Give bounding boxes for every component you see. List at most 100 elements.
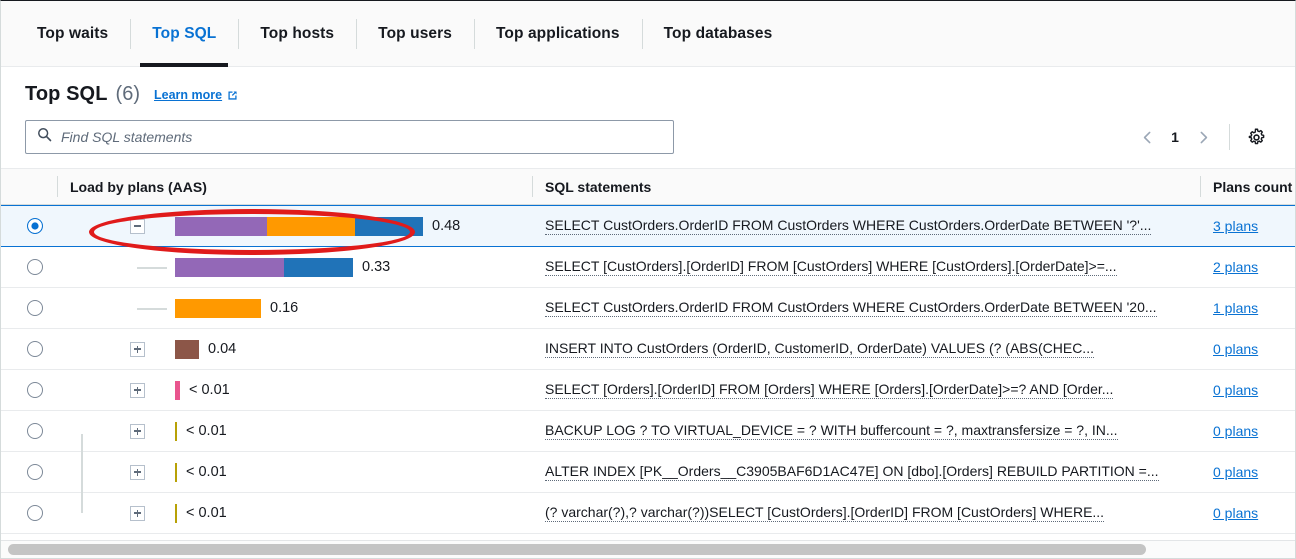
sql-statement-text[interactable]: SELECT CustOrders.OrderID FROM CustOrder… [545,217,1151,235]
load-bar-segments [175,504,177,523]
load-bar-segment [175,422,177,441]
table-row[interactable]: 0.04 INSERT INTO CustOrders (OrderID, Cus… [1,329,1295,370]
load-bar-segment [175,217,267,236]
horizontal-scrollbar[interactable] [1,540,1295,558]
tab-top-applications[interactable]: Top applications [474,1,642,67]
tab-top-waits[interactable]: Top waits [15,1,130,67]
load-by-plans-cell: 0.04 [57,329,532,369]
load-bar[interactable]: < 0.01 [175,422,227,441]
load-bar[interactable]: < 0.01 [175,463,227,482]
column-header-plans-count[interactable]: Plans count [1200,168,1296,205]
load-bar-segment [267,217,355,236]
load-value: < 0.01 [186,464,227,480]
pagination: 1 [1132,122,1271,152]
column-header-sql-statements[interactable]: SQL statements [532,168,1200,205]
load-bar[interactable]: 0.04 [175,340,236,359]
sql-statement-text[interactable]: SELECT [Orders].[OrderID] FROM [Orders] … [545,381,1113,399]
table-row[interactable]: 0.16 SELECT CustOrders.OrderID FROM CustO… [1,288,1295,329]
load-value: < 0.01 [189,382,230,398]
row-radio-button[interactable] [27,218,43,234]
load-bar-segment [355,217,423,236]
plans-count-link[interactable]: 0 plans [1213,341,1258,357]
load-bar[interactable]: < 0.01 [175,381,230,400]
tab-top-users[interactable]: Top users [356,1,474,67]
expand-toggle-icon[interactable] [130,506,145,521]
title-row: Top SQL (6) Learn more [25,83,1271,106]
column-header-load-by-plans[interactable]: Load by plans (AAS) [57,168,532,205]
page-title: Top SQL [25,83,108,106]
scrollbar-thumb[interactable] [8,544,1146,555]
expand-toggle-icon[interactable] [130,424,145,439]
plans-count-cell: 2 plans [1200,247,1296,287]
tree-branch-line [137,308,167,310]
load-bar[interactable]: 0.48 [175,217,460,236]
sql-statement-text[interactable]: ALTER INDEX [PK__Orders__C3905BAF6D1AC47… [545,463,1159,481]
load-bar-segment [175,504,177,523]
plans-count-link[interactable]: 0 plans [1213,505,1258,521]
load-bar[interactable]: 0.16 [175,299,298,318]
plans-count-cell: 0 plans [1200,493,1296,533]
table-row[interactable]: 0.48 SELECT CustOrders.OrderID FROM CustO… [1,205,1295,247]
load-value: 0.16 [270,300,298,316]
expand-toggle-icon[interactable] [130,383,145,398]
load-by-plans-cell: < 0.01 [57,411,532,451]
table-row[interactable]: < 0.01 SELECT [Orders].[OrderID] FROM [Or… [1,370,1295,411]
row-radio-button[interactable] [27,341,43,357]
sql-statement-cell: BACKUP LOG ? TO VIRTUAL_DEVICE = ? WITH … [532,411,1200,451]
sql-statement-text[interactable]: INSERT INTO CustOrders (OrderID, Custome… [545,340,1094,358]
plans-count-link[interactable]: 1 plans [1213,300,1258,316]
plans-count-link[interactable]: 2 plans [1213,259,1258,275]
plans-count-cell: 1 plans [1200,288,1296,328]
plans-count-link[interactable]: 0 plans [1213,464,1258,480]
tab-top-hosts[interactable]: Top hosts [238,1,356,67]
tab-label: Top databases [664,25,773,43]
tab-label: Top users [378,25,452,43]
prev-page-button[interactable] [1132,122,1162,152]
row-radio-button[interactable] [27,259,43,275]
tab-top-databases[interactable]: Top databases [642,1,795,67]
sql-statement-cell: SELECT [CustOrders].[OrderID] FROM [Cust… [532,247,1200,287]
row-select-cell [1,288,57,328]
expand-toggle-icon[interactable] [130,342,145,357]
learn-more-link[interactable]: Learn more [154,88,239,102]
row-radio-button[interactable] [27,382,43,398]
search-input[interactable]: Find SQL statements [25,120,674,154]
page-number[interactable]: 1 [1164,129,1186,145]
controls-row: Find SQL statements 1 [25,120,1271,154]
next-page-button[interactable] [1188,122,1218,152]
table-row[interactable]: 0.33 SELECT [CustOrders].[OrderID] FROM [… [1,247,1295,288]
load-bar-segment [175,299,261,318]
row-radio-button[interactable] [27,464,43,480]
external-link-icon [226,89,239,102]
sql-statement-text[interactable]: (? varchar(?),? varchar(?))SELECT [CustO… [545,504,1104,522]
table-row[interactable]: < 0.01 ALTER INDEX [PK__Orders__C3905BAF6… [1,452,1295,493]
row-radio-button[interactable] [27,300,43,316]
load-bar-segment [175,381,180,400]
plans-count-cell: 0 plans [1200,411,1296,451]
load-bar[interactable]: 0.33 [175,258,390,277]
collapse-toggle-icon[interactable] [130,219,145,234]
row-select-cell [1,247,57,287]
load-value: < 0.01 [186,423,227,439]
tab-top-sql[interactable]: Top SQL [130,1,238,67]
table-row[interactable]: < 0.01 BACKUP LOG ? TO VIRTUAL_DEVICE = ?… [1,411,1295,452]
gear-icon[interactable] [1241,122,1271,152]
load-bar[interactable]: < 0.01 [175,504,227,523]
tree-vertical-line [81,434,83,513]
plans-count-cell: 0 plans [1200,452,1296,492]
plans-count-link[interactable]: 0 plans [1213,423,1258,439]
table-row[interactable]: < 0.01 (? varchar(?),? varchar(?))SELECT … [1,493,1295,534]
expand-toggle-icon[interactable] [130,465,145,480]
row-radio-button[interactable] [27,505,43,521]
sql-statement-text[interactable]: BACKUP LOG ? TO VIRTUAL_DEVICE = ? WITH … [545,422,1118,440]
plans-count-cell: 3 plans [1200,206,1296,246]
plans-count-link[interactable]: 3 plans [1213,218,1258,234]
row-radio-button[interactable] [27,423,43,439]
plans-count-link[interactable]: 0 plans [1213,382,1258,398]
load-value: 0.48 [432,218,460,234]
row-select-cell [1,452,57,492]
sql-statement-text[interactable]: SELECT [CustOrders].[OrderID] FROM [Cust… [545,258,1117,276]
sql-statement-text[interactable]: SELECT CustOrders.OrderID FROM CustOrder… [545,299,1157,317]
top-sql-panel: Top waits Top SQL Top hosts Top users To… [0,0,1296,559]
plans-count-cell: 0 plans [1200,370,1296,410]
